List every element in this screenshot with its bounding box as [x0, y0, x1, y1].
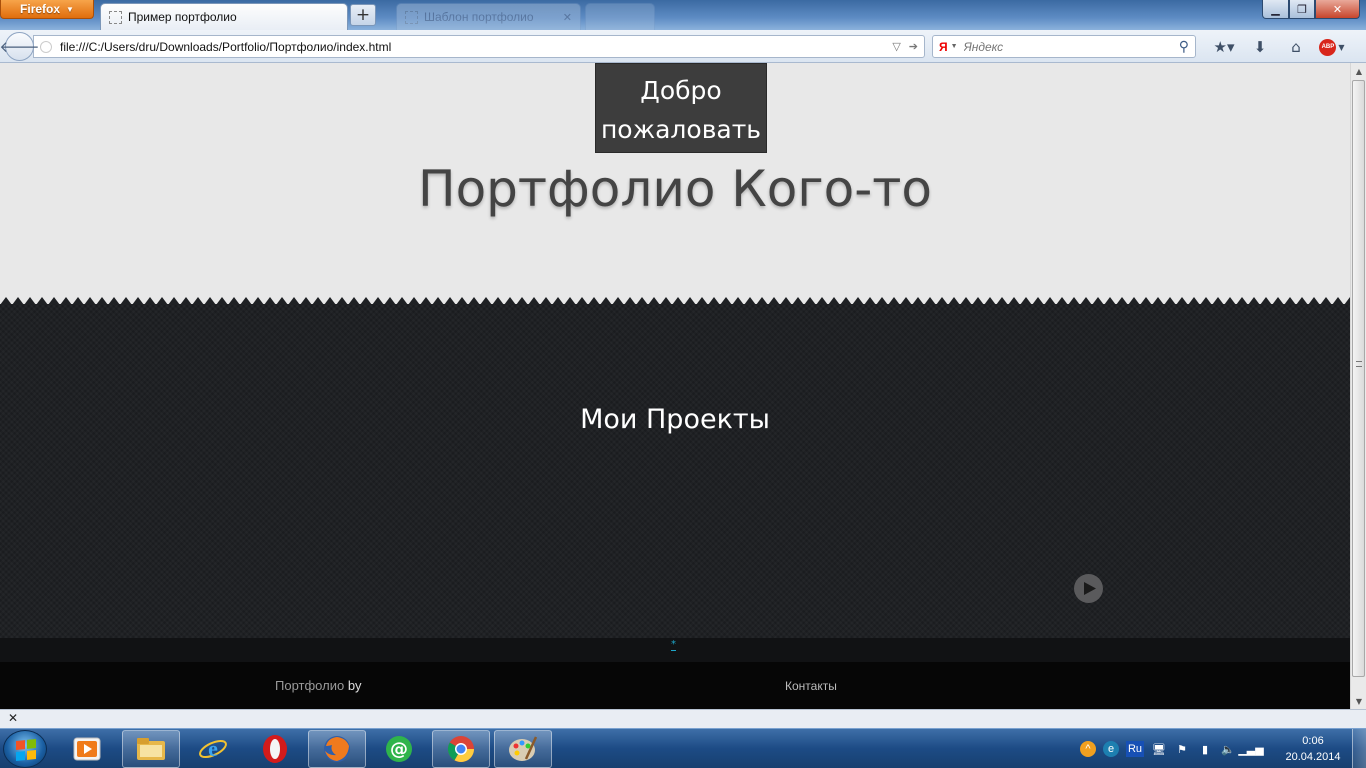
addon-bar: ✕	[0, 709, 1366, 728]
show-desktop-button[interactable]	[1352, 729, 1366, 768]
tab-background[interactable]: Шаблон портфолио ✕	[396, 3, 581, 30]
clock[interactable]: 0:06 20.04.2014	[1284, 733, 1342, 765]
projects-section: Мои Проекты	[0, 304, 1350, 638]
scroll-up-icon[interactable]: ▲	[1351, 63, 1366, 79]
footer-by: by	[347, 678, 362, 693]
page-viewport: Добро пожаловать Портфолио Кого-то Мои П…	[0, 63, 1350, 709]
contacts-link[interactable]: Контакты	[785, 679, 837, 693]
scrollbar-thumb[interactable]	[1352, 80, 1365, 677]
url-bar[interactable]: file:///C:/Users/dru/Downloads/Portfolio…	[33, 35, 925, 58]
taskbar-paint[interactable]	[494, 730, 552, 768]
firefox-menu-button[interactable]: Firefox ▼	[0, 0, 94, 19]
restore-button[interactable]: ❐	[1289, 0, 1315, 19]
chevron-down-icon: ▼	[1338, 42, 1345, 52]
search-bar[interactable]: Я ▼ ⚲	[932, 35, 1196, 58]
footer-star-link[interactable]: *	[671, 640, 676, 651]
play-button[interactable]	[1074, 574, 1103, 603]
firefox-menu-label: Firefox	[20, 2, 61, 16]
globe-icon	[40, 40, 52, 53]
taskbar-explorer[interactable]	[122, 730, 180, 768]
mail-agent-icon: @	[386, 736, 412, 762]
grip-icon	[1356, 361, 1362, 367]
window-controls: ▁ ❐ ✕	[1262, 0, 1360, 19]
search-icon[interactable]: ⚲	[1179, 38, 1189, 55]
network-computer-icon[interactable]: 🖥	[1151, 741, 1167, 757]
taskbar-media-player[interactable]	[58, 730, 116, 768]
go-arrow-icon[interactable]: ➔	[909, 40, 918, 53]
tab-title: Пример портфолио	[128, 10, 237, 24]
tab-background[interactable]	[585, 3, 655, 30]
clock-time: 0:06	[1302, 735, 1324, 747]
signal-icon[interactable]: ▁▃▅	[1238, 741, 1263, 757]
windows-taskbar: e @ ^ e Ru 🖥 ⚑ ▮ 🔈 ▁▃▅ 0:06 20.04.2014	[0, 728, 1366, 768]
internet-explorer-icon: e	[199, 736, 227, 761]
chevron-down-icon[interactable]: ▼	[951, 43, 958, 50]
clock-date: 20.04.2014	[1285, 751, 1341, 763]
downloads-icon[interactable]: ⬇	[1242, 36, 1278, 58]
taskbar-internet-explorer[interactable]: e	[184, 730, 242, 768]
footer-brand: Портфолио	[275, 678, 345, 693]
projects-heading: Мои Проекты	[580, 404, 770, 435]
page-favicon-icon	[405, 10, 418, 24]
system-tray: ^ e Ru 🖥 ⚑ ▮ 🔈 ▁▃▅	[1080, 729, 1264, 768]
svg-text:e: e	[208, 736, 218, 761]
volume-icon[interactable]: 🔈	[1220, 741, 1236, 757]
action-center-flag-icon[interactable]: ⚑	[1174, 741, 1190, 757]
bookmarks-icon[interactable]: ★▾	[1206, 36, 1242, 58]
taskbar-opera[interactable]	[246, 730, 304, 768]
dropdown-arrow-icon[interactable]: ▽	[892, 40, 900, 53]
adblock-icon: ABP	[1319, 38, 1337, 56]
ie-tray-icon[interactable]: e	[1103, 741, 1119, 757]
minimize-button[interactable]: ▁	[1262, 0, 1289, 19]
search-input[interactable]	[963, 39, 1179, 54]
url-text: file:///C:/Users/dru/Downloads/Portfolio…	[60, 39, 392, 54]
start-button[interactable]	[3, 730, 47, 768]
toolbar-icons: ★▾ ⬇ ⌂ ABP ▼	[1206, 36, 1350, 58]
media-player-icon	[73, 737, 101, 761]
page-favicon-icon	[109, 10, 122, 24]
close-icon[interactable]: ✕	[563, 11, 572, 24]
vertical-scrollbar[interactable]: ▲ ▼	[1350, 63, 1366, 709]
home-icon[interactable]: ⌂	[1278, 36, 1314, 58]
language-indicator[interactable]: Ru	[1126, 741, 1144, 757]
new-tab-button[interactable]: +	[350, 4, 376, 26]
play-icon	[1084, 582, 1096, 595]
scroll-down-icon[interactable]: ▼	[1351, 693, 1366, 709]
close-window-button[interactable]: ✕	[1315, 0, 1360, 19]
taskbar-firefox[interactable]	[308, 730, 366, 768]
chevron-down-icon: ▼	[66, 4, 74, 14]
url-actions: ▽ ➔	[892, 40, 918, 53]
folder-icon	[137, 738, 165, 760]
tab-title: Шаблон портфолио	[424, 10, 534, 24]
paint-palette-icon	[509, 736, 538, 761]
adblock-button[interactable]: ABP ▼	[1314, 36, 1350, 58]
opera-icon	[263, 735, 287, 763]
close-icon[interactable]: ✕	[8, 711, 18, 725]
footer: Портфолио by Контакты	[0, 662, 1350, 709]
yandex-logo-icon[interactable]: Я	[939, 40, 948, 54]
welcome-banner: Добро пожаловать	[595, 63, 767, 153]
tab-active[interactable]: Пример портфолио	[100, 3, 348, 30]
show-hidden-icons-icon[interactable]: ^	[1080, 741, 1096, 757]
firefox-icon	[324, 736, 350, 762]
windows-logo-icon	[16, 738, 36, 762]
navigation-toolbar: file:///C:/Users/dru/Downloads/Portfolio…	[0, 30, 1366, 63]
footer-top-bar: *	[0, 638, 1350, 662]
chrome-icon	[447, 736, 475, 763]
taskbar-mail-agent[interactable]: @	[370, 730, 428, 768]
taskbar-chrome[interactable]	[432, 730, 490, 768]
back-button[interactable]: 🡐	[0, 32, 40, 61]
browser-tabstrip: Firefox ▼ Пример портфолио + Шаблон порт…	[0, 0, 1366, 30]
page-title: Портфолио Кого-то	[417, 160, 933, 218]
power-icon[interactable]: ▮	[1197, 741, 1213, 757]
arrow-left-icon: 🡐	[0, 38, 40, 56]
footer-credit: Портфолио by	[275, 678, 362, 693]
svg-text:@: @	[390, 739, 408, 760]
